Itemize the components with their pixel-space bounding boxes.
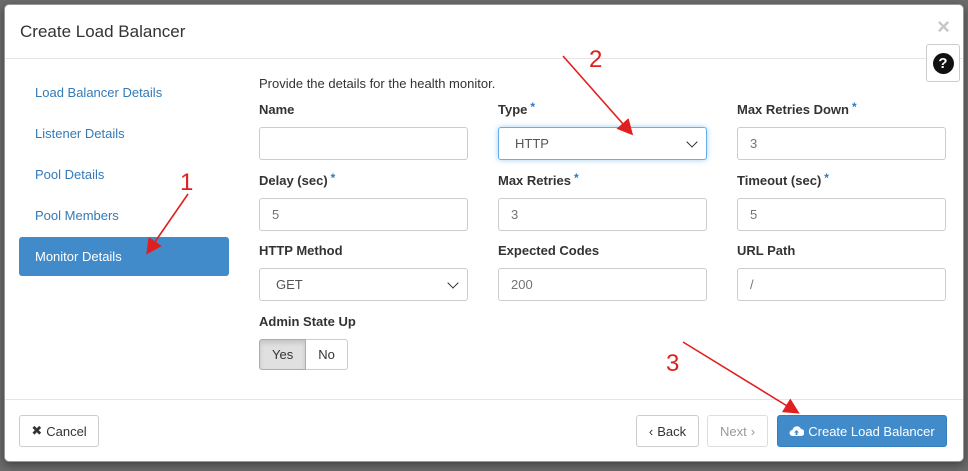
chevron-right-icon: › [750,423,756,439]
url-path-field-group: URL Path [737,242,946,301]
chevron-down-icon [686,135,698,148]
back-button[interactable]: ‹ Back [636,415,699,447]
chevron-down-icon [447,276,459,289]
modal-header: Create Load Balancer × [5,5,963,59]
create-load-balancer-modal: Create Load Balancer × Load Balancer Det… [4,4,964,462]
nav-item-load-balancer-details[interactable]: Load Balancer Details [19,73,229,112]
help-button[interactable]: ? [926,44,960,82]
expected-codes-field-group: Expected Codes [498,242,707,301]
create-load-balancer-label: Create Load Balancer [808,423,935,439]
cloud-upload-icon [789,426,805,436]
type-label: Type * [498,100,536,117]
url-path-input[interactable] [737,268,946,301]
nav-item-monitor-details[interactable]: Monitor Details [19,237,229,276]
admin-state-toggle: Yes No [259,339,468,370]
admin-state-field-group: Admin State Up Yes No [259,313,468,370]
create-load-balancer-button[interactable]: Create Load Balancer [777,415,947,447]
admin-state-yes-button[interactable]: Yes [259,339,307,370]
max-retries-input[interactable] [498,198,707,231]
delay-label: Delay (sec) * [259,171,336,188]
type-select[interactable]: HTTP [498,127,707,160]
required-marker: * [824,171,829,185]
http-method-select-value: GET [276,277,303,292]
name-field-group: Name [259,101,468,160]
required-marker: * [330,171,336,185]
delay-field-group: Delay (sec) * [259,171,468,231]
question-circle-icon: ? [932,52,954,74]
next-button[interactable]: Next › [707,415,768,447]
expected-codes-label: Expected Codes [498,243,600,258]
delay-input[interactable] [259,198,468,231]
cancel-button[interactable]: ✖ Cancel [19,415,99,447]
max-retries-label: Max Retries * [498,171,579,188]
timeout-input[interactable] [737,198,946,231]
timeout-label: Timeout (sec) * [737,171,829,188]
modal-footer: ✖ Cancel ‹ Back Next › Create Load Balan… [5,399,963,463]
max-retries-field-group: Max Retries * [498,171,707,231]
form-intro-text: Provide the details for the health monit… [259,76,496,91]
http-method-label: HTTP Method [259,243,343,258]
url-path-label: URL Path [737,243,796,258]
next-button-label: Next [719,423,747,439]
close-icon: ✖ [31,423,43,438]
type-select-value: HTTP [515,136,549,151]
wizard-steps-nav: Load Balancer Details Listener Details P… [19,73,229,278]
required-marker: * [530,100,536,114]
admin-state-label: Admin State Up [259,314,356,329]
close-icon[interactable]: × [937,16,950,38]
cancel-button-label: Cancel [46,423,87,439]
required-marker: * [573,171,579,185]
chevron-left-icon: ‹ [648,423,654,439]
annotation-label-3: 3 [666,350,680,377]
back-button-label: Back [657,423,687,439]
max-retries-down-input[interactable] [737,127,946,160]
admin-state-no-button[interactable]: No [306,339,348,370]
required-marker: * [851,100,857,114]
nav-item-pool-details[interactable]: Pool Details [19,155,229,194]
max-retries-down-label: Max Retries Down * [737,100,857,117]
http-method-select[interactable]: GET [259,268,468,301]
name-input[interactable] [259,127,468,160]
nav-item-pool-members[interactable]: Pool Members [19,196,229,235]
annotation-label-2: 2 [589,46,603,73]
name-label: Name [259,102,295,117]
modal-title: Create Load Balancer [20,22,186,41]
annotation-label-1: 1 [180,169,194,196]
max-retries-down-field-group: Max Retries Down * [737,100,946,160]
type-field-group: Type * HTTP [498,100,707,160]
timeout-field-group: Timeout (sec) * [737,171,946,231]
http-method-field-group: HTTP Method GET [259,242,468,301]
expected-codes-input[interactable] [498,268,707,301]
nav-item-listener-details[interactable]: Listener Details [19,114,229,153]
